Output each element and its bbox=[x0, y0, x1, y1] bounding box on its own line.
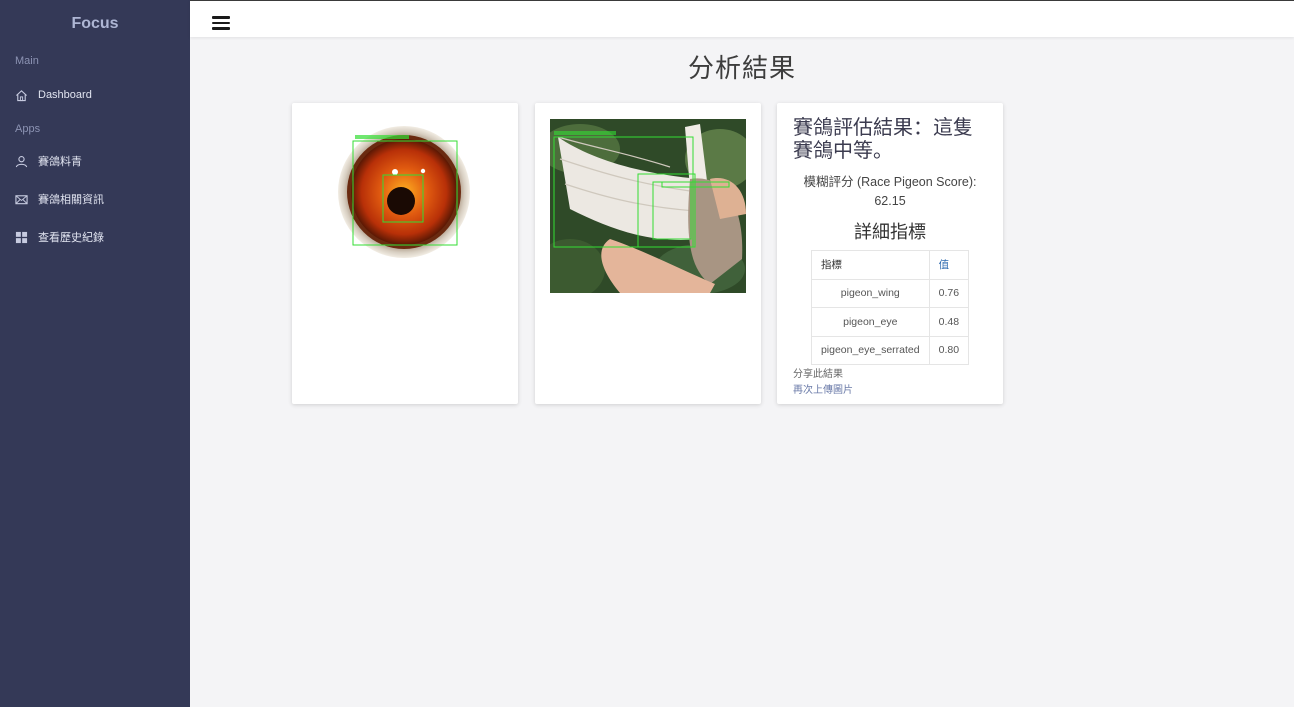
share-result-link[interactable]: 分享此結果 bbox=[793, 367, 987, 383]
sidebar-section-apps: Apps bbox=[15, 123, 41, 135]
page-title: 分析結果 bbox=[687, 53, 796, 83]
reupload-image-link[interactable]: 再次上傳圖片 bbox=[793, 383, 987, 399]
user-icon bbox=[15, 155, 28, 168]
metric-value: 0.48 bbox=[928, 307, 970, 337]
score-label: 模糊評分 (Race Pigeon Score): bbox=[803, 175, 977, 189]
result-card: 賽鴿評估結果：這隻賽鴿中等。 模糊評分 (Race Pigeon Score):… bbox=[777, 103, 1003, 404]
pigeon-wing-image bbox=[550, 119, 746, 293]
wing-image-card bbox=[535, 103, 761, 404]
menu-icon[interactable] bbox=[212, 16, 230, 30]
sidebar-item-history[interactable]: 查看歷史紀錄 bbox=[0, 218, 190, 256]
table-row: pigeon_eye_serrated 0.80 bbox=[810, 335, 970, 365]
home-icon bbox=[15, 89, 28, 102]
sidebar-item-pigeon-data[interactable]: 賽鴿料青 bbox=[0, 142, 190, 180]
metric-value: 0.80 bbox=[928, 335, 970, 365]
sidebar-item-label: 賽鴿相關資訊 bbox=[38, 194, 104, 206]
table-row: pigeon_eye 0.48 bbox=[810, 307, 970, 337]
sidebar-item-label: 查看歷史紀錄 bbox=[38, 232, 104, 244]
eye-image-card bbox=[292, 103, 518, 404]
detail-title: 詳細指標 bbox=[854, 222, 926, 242]
score-value: 62.15 bbox=[874, 194, 906, 208]
metric-name: pigeon_wing bbox=[810, 278, 930, 308]
table-header-row: 指標 值 bbox=[810, 250, 970, 280]
metric-name: pigeon_eye bbox=[810, 307, 930, 337]
metric-value: 0.76 bbox=[928, 278, 970, 308]
sidebar-item-label: Dashboard bbox=[38, 89, 92, 101]
mail-icon bbox=[15, 193, 28, 206]
sidebar-item-dashboard[interactable]: Dashboard bbox=[0, 76, 190, 114]
metrics-table: 指標 值 pigeon_wing 0.76 pigeon_eye 0.48 pi… bbox=[810, 250, 970, 365]
sidebar-item-label: 賽鴿料青 bbox=[38, 156, 82, 168]
sidebar-item-pigeon-info[interactable]: 賽鴿相關資訊 bbox=[0, 180, 190, 218]
grid-icon bbox=[15, 231, 28, 244]
result-title: 賽鴿評估結果：這隻賽鴿中等。 bbox=[793, 117, 973, 162]
sidebar-section-main: Main bbox=[15, 55, 39, 67]
pigeon-eye-image bbox=[337, 124, 472, 259]
metric-name: pigeon_eye_serrated bbox=[810, 335, 930, 365]
score-block: 模糊評分 (Race Pigeon Score): 62.15 bbox=[793, 173, 987, 211]
top-bar bbox=[190, 0, 1294, 37]
column-header-metric: 指標 bbox=[810, 250, 930, 280]
sidebar: Focus Main Dashboard Apps 賽鴿料青 賽鴿相關資訊 查看… bbox=[0, 0, 190, 707]
column-header-value: 值 bbox=[928, 250, 970, 280]
table-row: pigeon_wing 0.76 bbox=[810, 278, 970, 308]
brand-logo[interactable]: Focus bbox=[0, 0, 190, 48]
